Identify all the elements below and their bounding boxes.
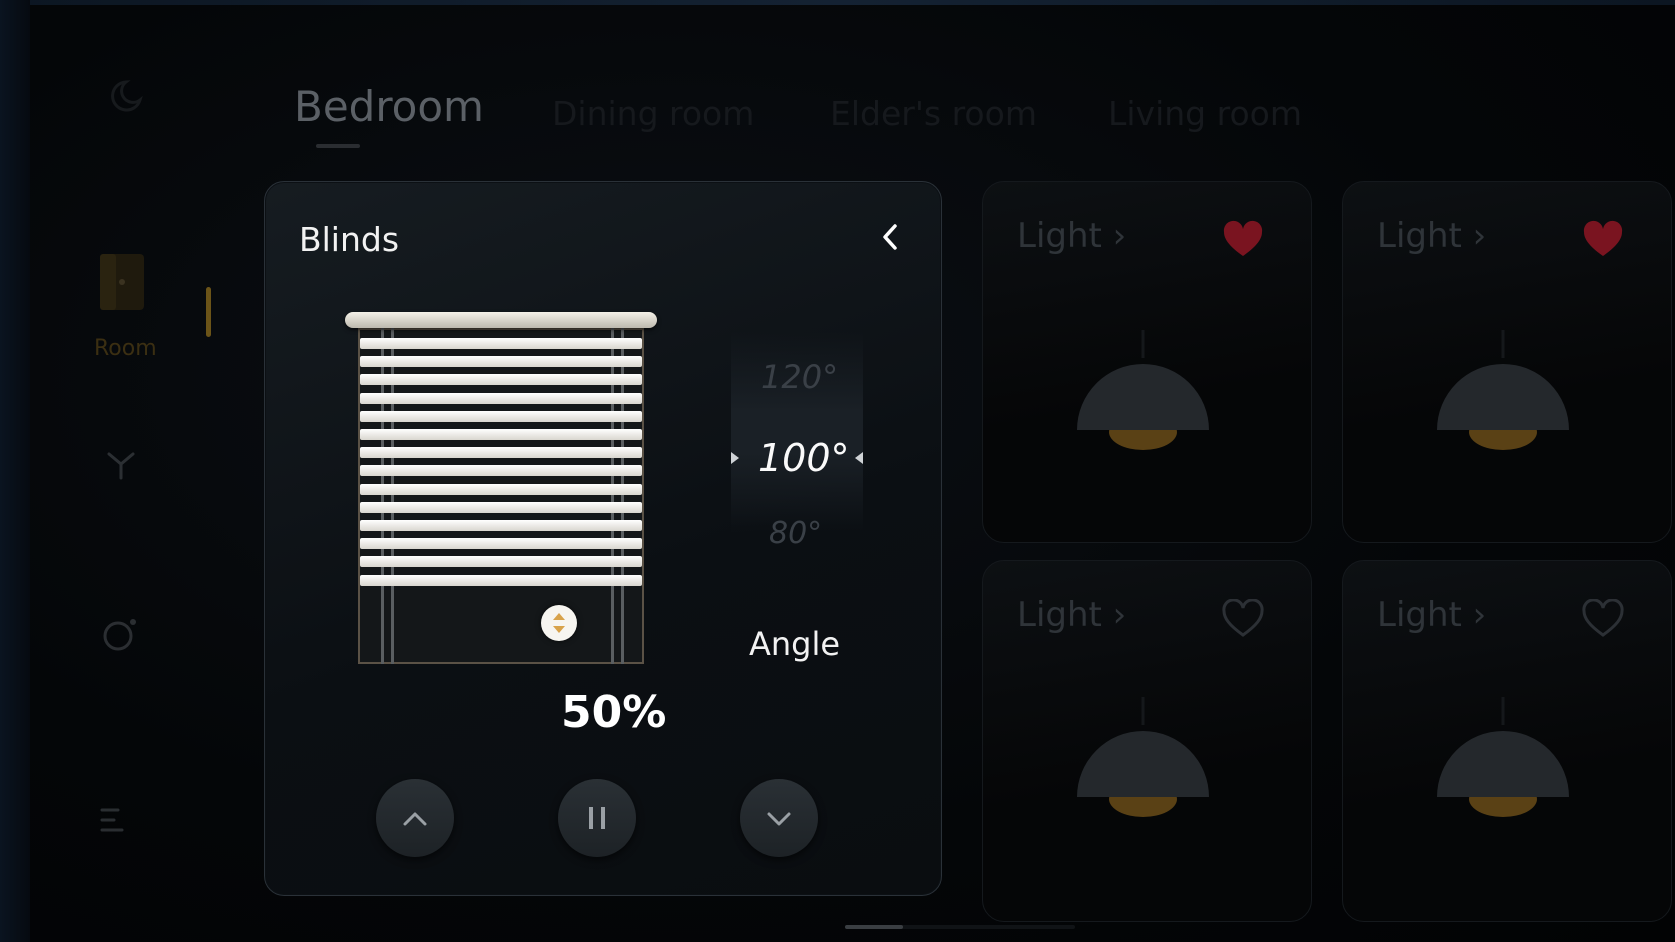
heart-filled-icon[interactable] bbox=[1221, 220, 1265, 260]
close-down-button[interactable] bbox=[740, 779, 818, 857]
blind-slat bbox=[360, 520, 642, 531]
sidebar-room-label[interactable]: Room bbox=[94, 336, 174, 361]
blind-slat bbox=[360, 410, 642, 422]
blind-slat bbox=[360, 338, 642, 349]
blind-slat bbox=[360, 429, 642, 440]
scene-icon[interactable] bbox=[100, 614, 140, 654]
blind-slat bbox=[360, 538, 642, 550]
blinds-title: Blinds bbox=[299, 220, 400, 259]
pause-button[interactable] bbox=[558, 779, 636, 857]
moon-icon[interactable] bbox=[104, 76, 148, 116]
pendant-lamp-icon bbox=[1075, 330, 1211, 460]
heart-filled-icon[interactable] bbox=[1581, 220, 1625, 260]
light-card[interactable]: Light › bbox=[982, 181, 1312, 543]
heart-outline-icon[interactable] bbox=[1221, 598, 1265, 639]
light-card-title[interactable]: Light › bbox=[1377, 595, 1486, 635]
light-card[interactable]: Light › bbox=[982, 560, 1312, 922]
light-card-title[interactable]: Light › bbox=[1377, 216, 1486, 256]
room-icon[interactable] bbox=[96, 248, 148, 316]
light-card-title[interactable]: Light › bbox=[1017, 595, 1126, 635]
tab-dining-room[interactable]: Dining room bbox=[552, 94, 754, 133]
blind-slat bbox=[360, 392, 642, 404]
pendant-lamp-icon bbox=[1435, 697, 1571, 827]
blind-slat bbox=[360, 374, 642, 386]
back-chevron-icon[interactable] bbox=[871, 218, 909, 256]
tab-active-underline bbox=[316, 144, 360, 148]
angle-current-value[interactable]: 100° bbox=[758, 436, 850, 480]
blind-slat bbox=[360, 501, 642, 513]
tab-elders-room[interactable]: Elder's room bbox=[830, 94, 1037, 133]
angle-previous-value[interactable]: 120° bbox=[761, 358, 838, 396]
angle-label: Angle bbox=[749, 625, 841, 663]
chevron-down-icon bbox=[767, 812, 791, 826]
tab-bedroom[interactable]: Bedroom bbox=[294, 82, 484, 131]
tab-living-room[interactable]: Living room bbox=[1108, 94, 1302, 133]
light-card[interactable]: Light › bbox=[1342, 560, 1672, 922]
angle-left-marker-icon bbox=[731, 452, 739, 464]
chevron-up-icon bbox=[403, 812, 427, 826]
blind-slat bbox=[360, 556, 642, 568]
blind-head-rail bbox=[345, 312, 657, 328]
sidebar-active-indicator bbox=[206, 287, 211, 337]
angle-right-marker-icon bbox=[855, 452, 863, 464]
pendant-lamp-icon bbox=[1075, 697, 1211, 827]
blind-drag-handle[interactable] bbox=[541, 605, 577, 641]
blinds-position-value: 50% bbox=[561, 687, 667, 738]
angle-next-value[interactable]: 80° bbox=[769, 516, 822, 551]
blind-slat bbox=[360, 483, 642, 495]
page-indicator-active[interactable] bbox=[845, 925, 903, 929]
fan-icon[interactable] bbox=[101, 444, 141, 484]
blind-slat bbox=[360, 447, 642, 459]
light-card[interactable]: Light › bbox=[1342, 181, 1672, 543]
smart-home-screen: Room Bedroom Dining room Elder's room Li… bbox=[0, 0, 1675, 942]
heart-outline-icon[interactable] bbox=[1581, 598, 1625, 639]
blind-slat bbox=[360, 574, 642, 586]
blind-slat bbox=[360, 356, 642, 368]
left-frame bbox=[0, 0, 30, 942]
blinds-card: Blinds 50% 120° 100° 80° Angle bbox=[264, 181, 942, 896]
open-up-button[interactable] bbox=[376, 779, 454, 857]
top-frame bbox=[0, 0, 1675, 5]
light-card-title[interactable]: Light › bbox=[1017, 216, 1126, 256]
pause-icon bbox=[589, 807, 605, 829]
blind-slat bbox=[360, 465, 642, 477]
pendant-lamp-icon bbox=[1435, 330, 1571, 460]
blinds-visual[interactable] bbox=[345, 312, 665, 672]
settings-icon[interactable] bbox=[96, 800, 136, 840]
